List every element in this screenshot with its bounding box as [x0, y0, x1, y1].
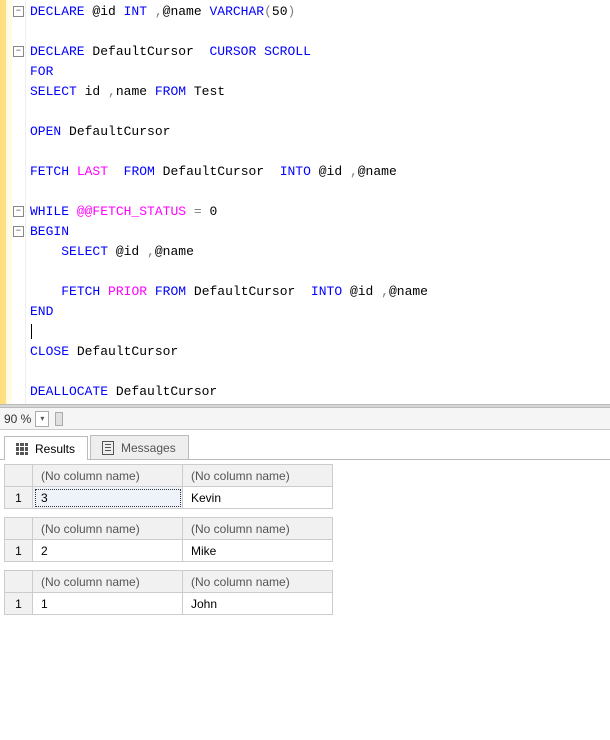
column-header[interactable]: (No column name) — [183, 465, 333, 487]
cell[interactable]: Kevin — [183, 487, 333, 509]
cell[interactable]: 2 — [33, 540, 183, 562]
table-row[interactable]: 11John — [5, 593, 333, 615]
messages-icon — [101, 441, 115, 455]
code-line[interactable] — [30, 142, 610, 162]
code-line[interactable] — [30, 182, 610, 202]
sql-editor[interactable]: −−−− DECLARE @id INT ,@name VARCHAR(50)D… — [0, 0, 610, 404]
fold-toggle[interactable]: − — [13, 226, 24, 237]
code-area[interactable]: DECLARE @id INT ,@name VARCHAR(50) DECLAR… — [26, 0, 610, 404]
row-header[interactable]: 1 — [5, 593, 33, 615]
code-line[interactable]: DEALLOCATE DefaultCursor — [30, 382, 610, 402]
results-grid[interactable]: (No column name)(No column name)12Mike — [4, 517, 333, 562]
code-line[interactable] — [30, 262, 610, 282]
code-line[interactable]: SELECT @id ,@name — [30, 242, 610, 262]
horizontal-scroll-thumb[interactable] — [55, 412, 63, 426]
fold-toggle[interactable]: − — [13, 46, 24, 57]
code-line[interactable]: DECLARE DefaultCursor CURSOR SCROLL — [30, 42, 610, 62]
code-line[interactable]: BEGIN — [30, 222, 610, 242]
results-pane: (No column name)(No column name)13Kevin(… — [0, 460, 610, 631]
column-header[interactable]: (No column name) — [33, 571, 183, 593]
tab-results[interactable]: Results — [4, 436, 88, 460]
code-line[interactable] — [30, 22, 610, 42]
grid-corner[interactable] — [5, 571, 33, 593]
grid-corner[interactable] — [5, 518, 33, 540]
results-grid[interactable]: (No column name)(No column name)11John — [4, 570, 333, 615]
zoom-dropdown[interactable]: ▾ — [35, 411, 49, 427]
code-line[interactable]: END — [30, 302, 610, 322]
result-set: (No column name)(No column name)11John — [4, 570, 610, 615]
column-header[interactable]: (No column name) — [33, 518, 183, 540]
code-line[interactable]: FETCH LAST FROM DefaultCursor INTO @id ,… — [30, 162, 610, 182]
code-line[interactable]: CLOSE DefaultCursor — [30, 342, 610, 362]
table-row[interactable]: 12Mike — [5, 540, 333, 562]
cell[interactable]: 3 — [33, 487, 183, 509]
tab-results-label: Results — [35, 442, 75, 456]
column-header[interactable]: (No column name) — [183, 571, 333, 593]
row-header[interactable]: 1 — [5, 487, 33, 509]
results-tabs: Results Messages — [0, 430, 610, 460]
result-set: (No column name)(No column name)12Mike — [4, 517, 610, 562]
cell[interactable]: John — [183, 593, 333, 615]
tab-messages-label: Messages — [121, 441, 176, 455]
code-line[interactable]: FOR — [30, 62, 610, 82]
code-line[interactable]: WHILE @@FETCH_STATUS = 0 — [30, 202, 610, 222]
fold-toggle[interactable]: − — [13, 206, 24, 217]
cell[interactable]: 1 — [33, 593, 183, 615]
text-caret — [31, 324, 32, 339]
column-header[interactable]: (No column name) — [183, 518, 333, 540]
zoom-bar: 90 % ▾ — [0, 408, 610, 430]
code-line[interactable] — [30, 322, 610, 342]
results-grid[interactable]: (No column name)(No column name)13Kevin — [4, 464, 333, 509]
code-line[interactable]: FETCH PRIOR FROM DefaultCursor INTO @id … — [30, 282, 610, 302]
grid-corner[interactable] — [5, 465, 33, 487]
code-line[interactable]: DECLARE @id INT ,@name VARCHAR(50) — [30, 2, 610, 22]
result-set: (No column name)(No column name)13Kevin — [4, 464, 610, 509]
code-line[interactable] — [30, 362, 610, 382]
code-line[interactable]: OPEN DefaultCursor — [30, 122, 610, 142]
code-line[interactable] — [30, 102, 610, 122]
column-header[interactable]: (No column name) — [33, 465, 183, 487]
code-line[interactable]: SELECT id ,name FROM Test — [30, 82, 610, 102]
cell[interactable]: Mike — [183, 540, 333, 562]
zoom-value: 90 % — [4, 412, 35, 426]
row-header[interactable]: 1 — [5, 540, 33, 562]
table-row[interactable]: 13Kevin — [5, 487, 333, 509]
fold-gutter[interactable]: − − − − — [12, 0, 26, 404]
grid-icon — [15, 442, 29, 456]
tab-messages[interactable]: Messages — [90, 435, 189, 459]
fold-toggle[interactable]: − — [13, 6, 24, 17]
